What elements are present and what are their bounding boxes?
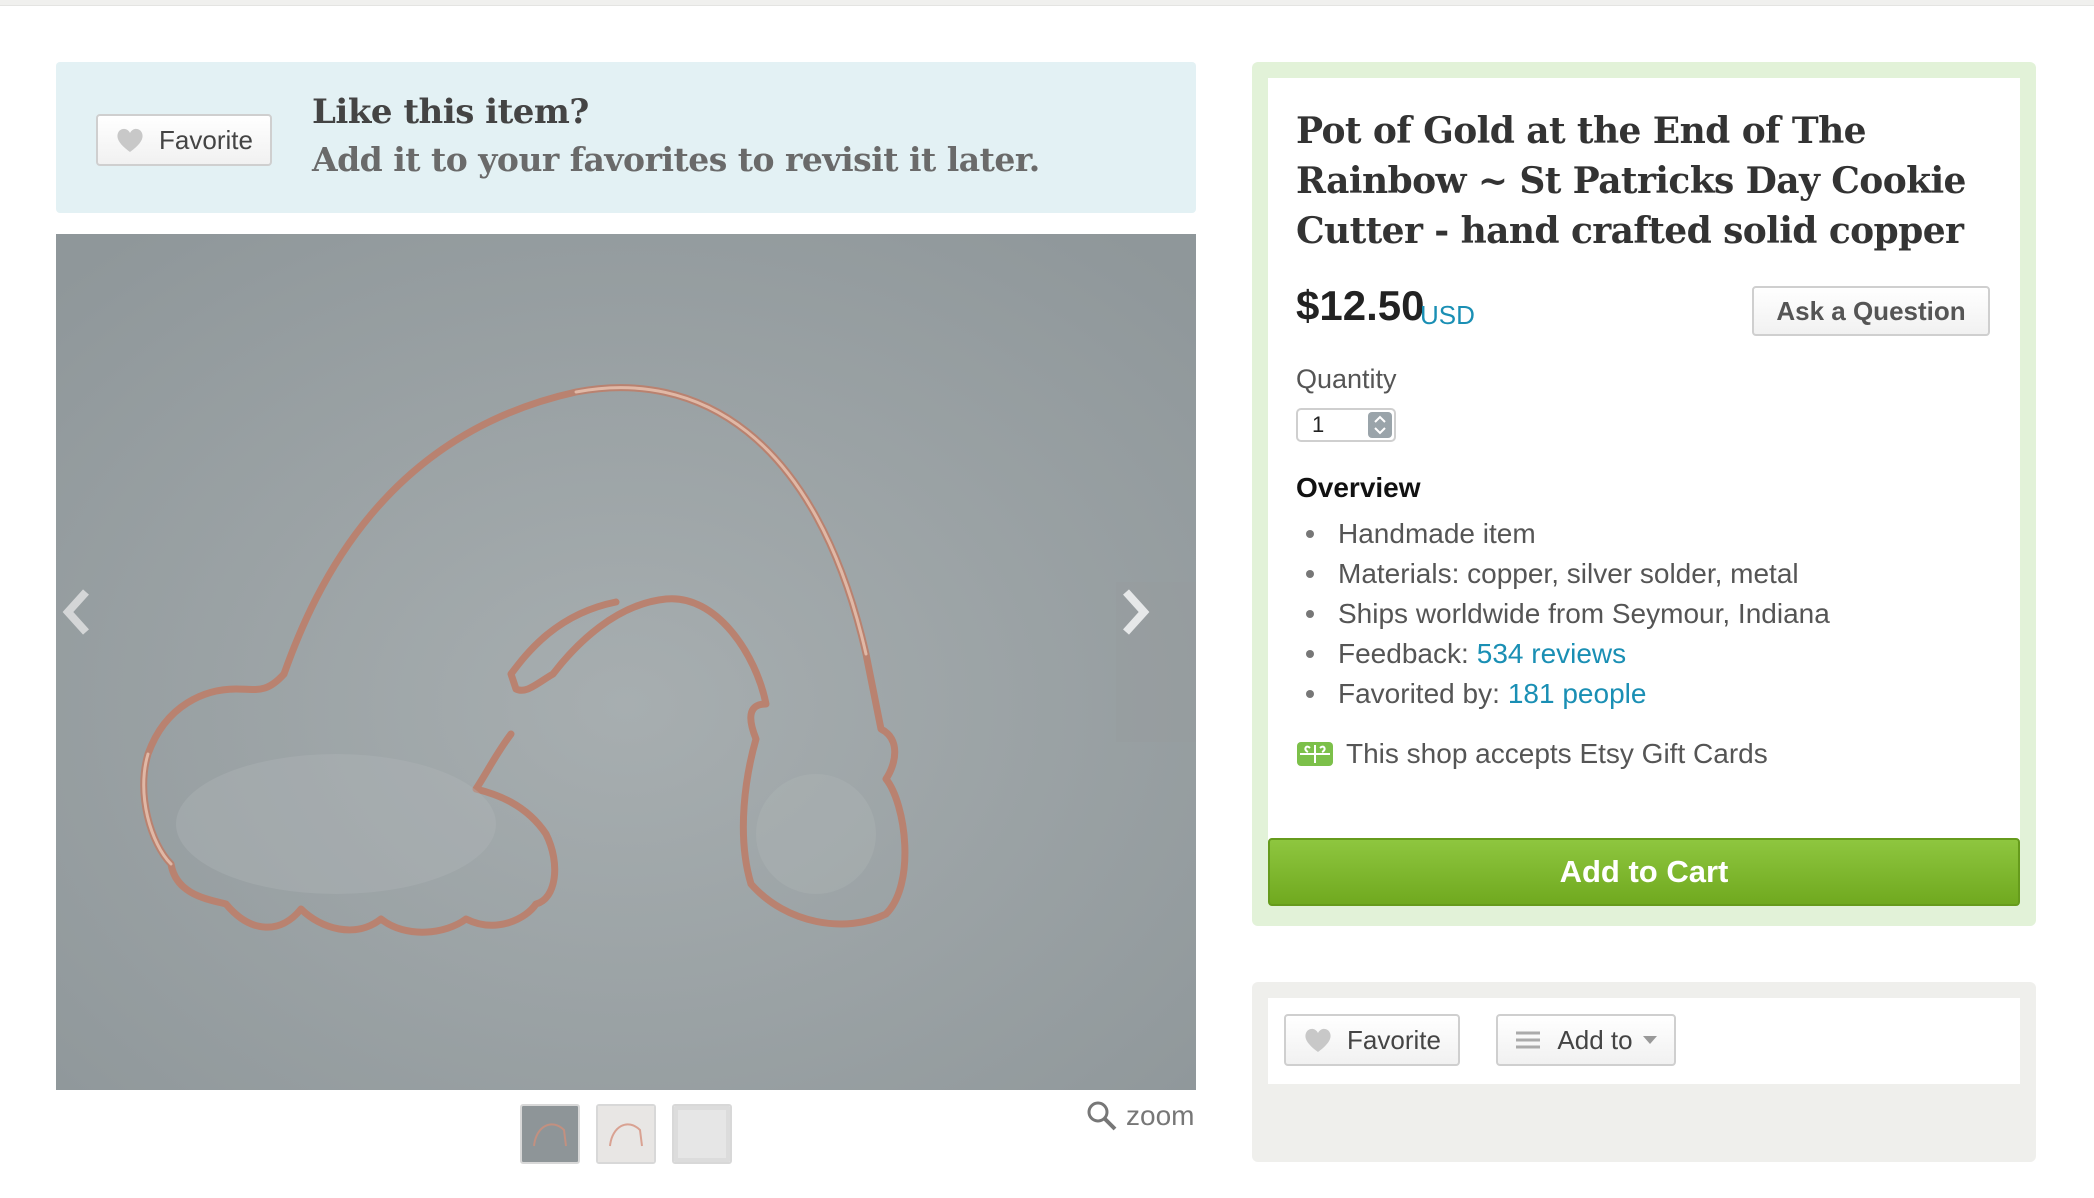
gift-card-note: This shop accepts Etsy Gift Cards: [1296, 738, 1768, 770]
banner-title: Like this item?: [312, 92, 589, 132]
favorite-button[interactable]: Favorite: [1284, 1014, 1460, 1066]
add-to-cart-button[interactable]: Add to Cart: [1268, 838, 2020, 906]
overview-materials: Materials: copper, silver solder, metal: [1338, 558, 1799, 589]
thumbnail-image: [598, 1106, 654, 1162]
thumbnail-1[interactable]: [520, 1104, 580, 1164]
thumbnail-strip: [520, 1104, 732, 1164]
heart-icon: [117, 128, 143, 152]
cookie-cutter-photo: [56, 234, 1196, 1090]
reviews-link[interactable]: 534 reviews: [1477, 634, 1626, 674]
top-rule: [0, 0, 2094, 6]
banner-favorite-button[interactable]: Favorite: [96, 114, 272, 166]
overview-list: Handmade item Materials: copper, silver …: [1296, 514, 1830, 714]
magnifier-icon: [1087, 1101, 1117, 1131]
listing-price: $12.50: [1296, 282, 1425, 329]
banner-subtitle: Add it to your favorites to revisit it l…: [312, 140, 1040, 179]
zoom-label: zoom: [1126, 1100, 1195, 1131]
quantity-select[interactable]: 1: [1296, 408, 1396, 442]
actions-row: Favorite Add to: [1268, 998, 2020, 1084]
list-item: Favorited by: 181 people: [1296, 674, 1830, 714]
gift-card-icon: [1297, 742, 1333, 766]
zoom-button[interactable]: zoom: [1086, 1100, 1194, 1132]
quantity-label: Quantity: [1296, 364, 1397, 394]
favorite-label: Favorite: [1347, 1024, 1441, 1055]
feedback-label: Feedback:: [1338, 638, 1469, 669]
listing-title: Pot of Gold at the End of The Rainbow ~ …: [1296, 110, 1966, 252]
gift-card-text: This shop accepts Etsy Gift Cards: [1346, 738, 1768, 769]
list-icon: [1516, 1031, 1541, 1049]
add-to-label: Add to: [1557, 1024, 1633, 1055]
chevron-down-icon: [1642, 1036, 1657, 1044]
thumbnail-2[interactable]: [596, 1104, 656, 1164]
actions-card: Favorite Add to: [1252, 982, 2036, 1162]
product-image[interactable]: [56, 234, 1196, 1090]
list-item: Materials: copper, silver solder, metal: [1296, 554, 1830, 594]
next-image-button[interactable]: [1116, 582, 1196, 742]
listing-details: Pot of Gold at the End of The Rainbow ~ …: [1268, 78, 2020, 878]
chevron-left-icon: [62, 589, 89, 635]
list-item: Handmade item: [1296, 514, 1830, 554]
heart-icon: [1305, 1028, 1331, 1052]
overview-ships: Ships worldwide from Seymour, Indiana: [1338, 598, 1830, 629]
add-to-list-button[interactable]: Add to: [1496, 1014, 1676, 1066]
thumbnail-image: [674, 1106, 730, 1162]
overview-heading: Overview: [1296, 472, 1421, 503]
listing-card: Pot of Gold at the End of The Rainbow ~ …: [1252, 62, 2036, 926]
overview-handmade: Handmade item: [1338, 518, 1536, 549]
banner-favorite-label: Favorite: [159, 124, 253, 155]
list-item: Ships worldwide from Seymour, Indiana: [1296, 594, 1830, 634]
quantity-value: 1: [1312, 412, 1325, 437]
listing-currency: USD: [1420, 300, 1475, 330]
thumbnail-3[interactable]: [672, 1104, 732, 1164]
chevron-right-icon: [1123, 589, 1150, 635]
favorited-label: Favorited by:: [1338, 678, 1500, 709]
ask-question-button[interactable]: Ask a Question: [1752, 286, 1990, 336]
thumbnail-image: [522, 1106, 578, 1162]
favorite-banner: Favorite Like this item? Add it to your …: [56, 62, 1196, 213]
favorited-people-link[interactable]: 181 people: [1508, 674, 1647, 714]
stepper-icon: [1368, 412, 1392, 438]
list-item: Feedback: 534 reviews: [1296, 634, 1830, 674]
previous-image-button[interactable]: [56, 582, 136, 742]
